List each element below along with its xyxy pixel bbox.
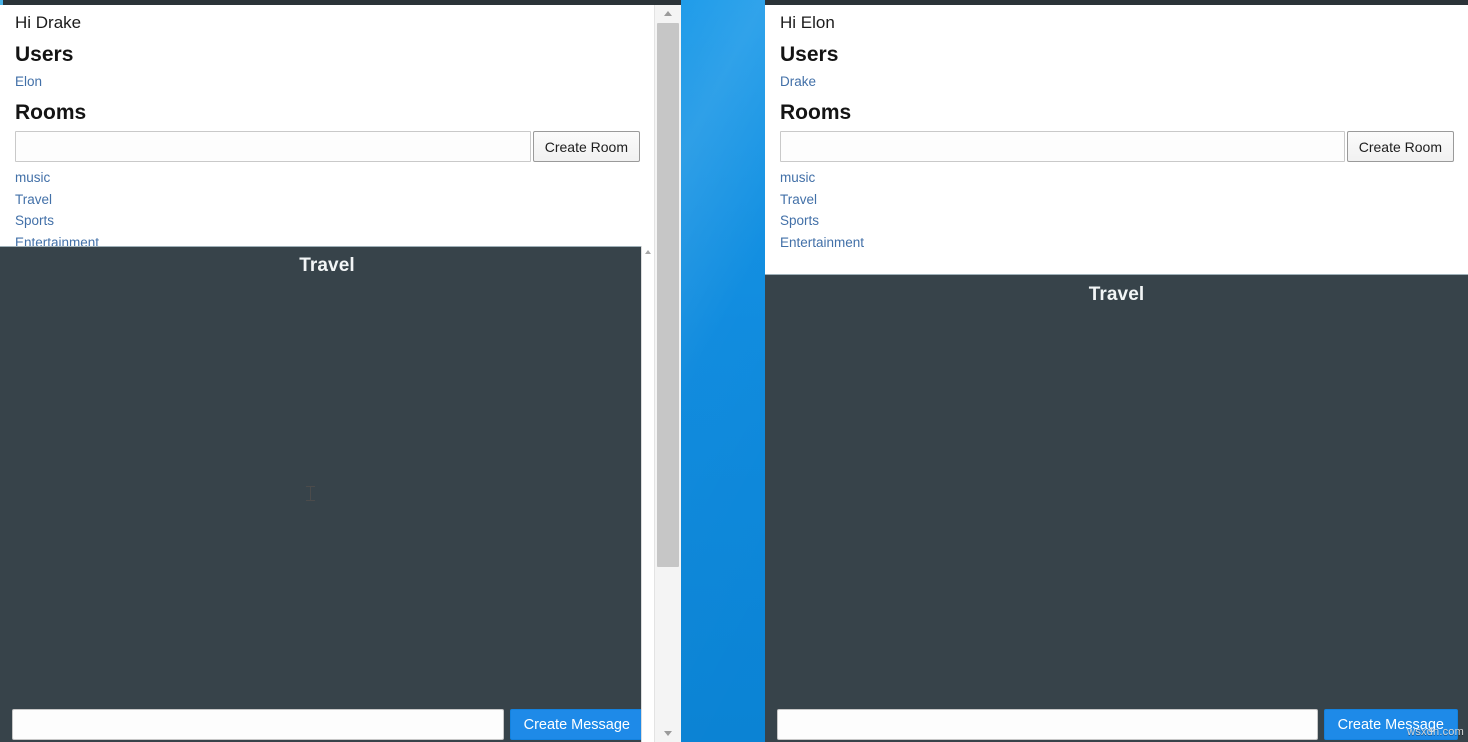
room-link-music[interactable]: music — [780, 167, 1454, 189]
message-input-right[interactable] — [777, 709, 1318, 740]
chat-message-list-right — [765, 310, 1468, 701]
chat-pane-left: Travel Create Message — [0, 246, 654, 742]
scroll-down-arrow-icon[interactable] — [655, 725, 681, 742]
chat-room-title-right: Travel — [1088, 284, 1145, 305]
chat-room-title-left: Travel — [299, 255, 355, 276]
chat-message-list-left — [0, 281, 654, 701]
rooms-list-right: music Travel Sports Entertainment — [779, 167, 1454, 253]
message-input-left[interactable] — [12, 709, 504, 740]
user-link-drake[interactable]: Drake — [780, 71, 1454, 93]
window-scrollbar-left[interactable] — [654, 5, 681, 742]
room-link-travel[interactable]: Travel — [780, 189, 1454, 211]
users-heading-left: Users — [15, 43, 74, 67]
create-room-row-left: Create Room — [15, 131, 640, 163]
room-link-travel[interactable]: Travel — [15, 189, 640, 211]
create-room-row-right: Create Room — [780, 131, 1454, 163]
chat-scroll-up-arrow-icon[interactable] — [642, 246, 654, 258]
sidebar-right: Hi Elon Users Drake Rooms Create Room mu… — [765, 12, 1468, 253]
create-room-button-left[interactable]: Create Room — [532, 131, 640, 163]
chat-compose-left: Create Message — [0, 701, 654, 742]
room-name-input-right[interactable] — [780, 131, 1345, 163]
users-list-left: Elon — [14, 71, 640, 93]
text-cursor-icon — [306, 486, 315, 501]
browser-window-right: Hi Elon Users Drake Rooms Create Room mu… — [765, 0, 1468, 742]
greeting-left: Hi Drake — [15, 13, 82, 32]
user-link-elon[interactable]: Elon — [15, 71, 640, 93]
greeting-right: Hi Elon — [780, 13, 835, 32]
room-link-entertainment[interactable]: Entertainment — [780, 232, 1454, 254]
users-list-right: Drake — [779, 71, 1454, 93]
room-link-sports[interactable]: Sports — [780, 210, 1454, 232]
chat-pane-right: Travel Create Message — [765, 274, 1468, 742]
room-name-input-left[interactable] — [15, 131, 531, 163]
chat-scrollbar-left[interactable] — [641, 246, 654, 742]
app-page-left: Hi Drake Users Elon Rooms Create Room mu… — [0, 5, 654, 742]
chat-compose-right: Create Message — [765, 701, 1468, 742]
rooms-heading-left: Rooms — [15, 101, 87, 124]
scrollbar-thumb-left[interactable] — [657, 23, 679, 567]
create-message-button-right[interactable]: Create Message — [1323, 709, 1458, 740]
create-message-button-left[interactable]: Create Message — [509, 709, 644, 740]
room-link-sports[interactable]: Sports — [15, 210, 640, 232]
app-page-right: Hi Elon Users Drake Rooms Create Room mu… — [765, 5, 1468, 742]
users-heading-right: Users — [780, 43, 839, 67]
rooms-heading-right: Rooms — [780, 101, 852, 124]
scroll-up-arrow-icon[interactable] — [655, 5, 681, 22]
sidebar-left: Hi Drake Users Elon Rooms Create Room mu… — [0, 12, 654, 253]
rooms-list-left: music Travel Sports Entertainment — [14, 167, 640, 253]
create-room-button-right[interactable]: Create Room — [1346, 131, 1454, 163]
room-link-music[interactable]: music — [15, 167, 640, 189]
browser-window-left: Hi Drake Users Elon Rooms Create Room mu… — [0, 0, 681, 742]
